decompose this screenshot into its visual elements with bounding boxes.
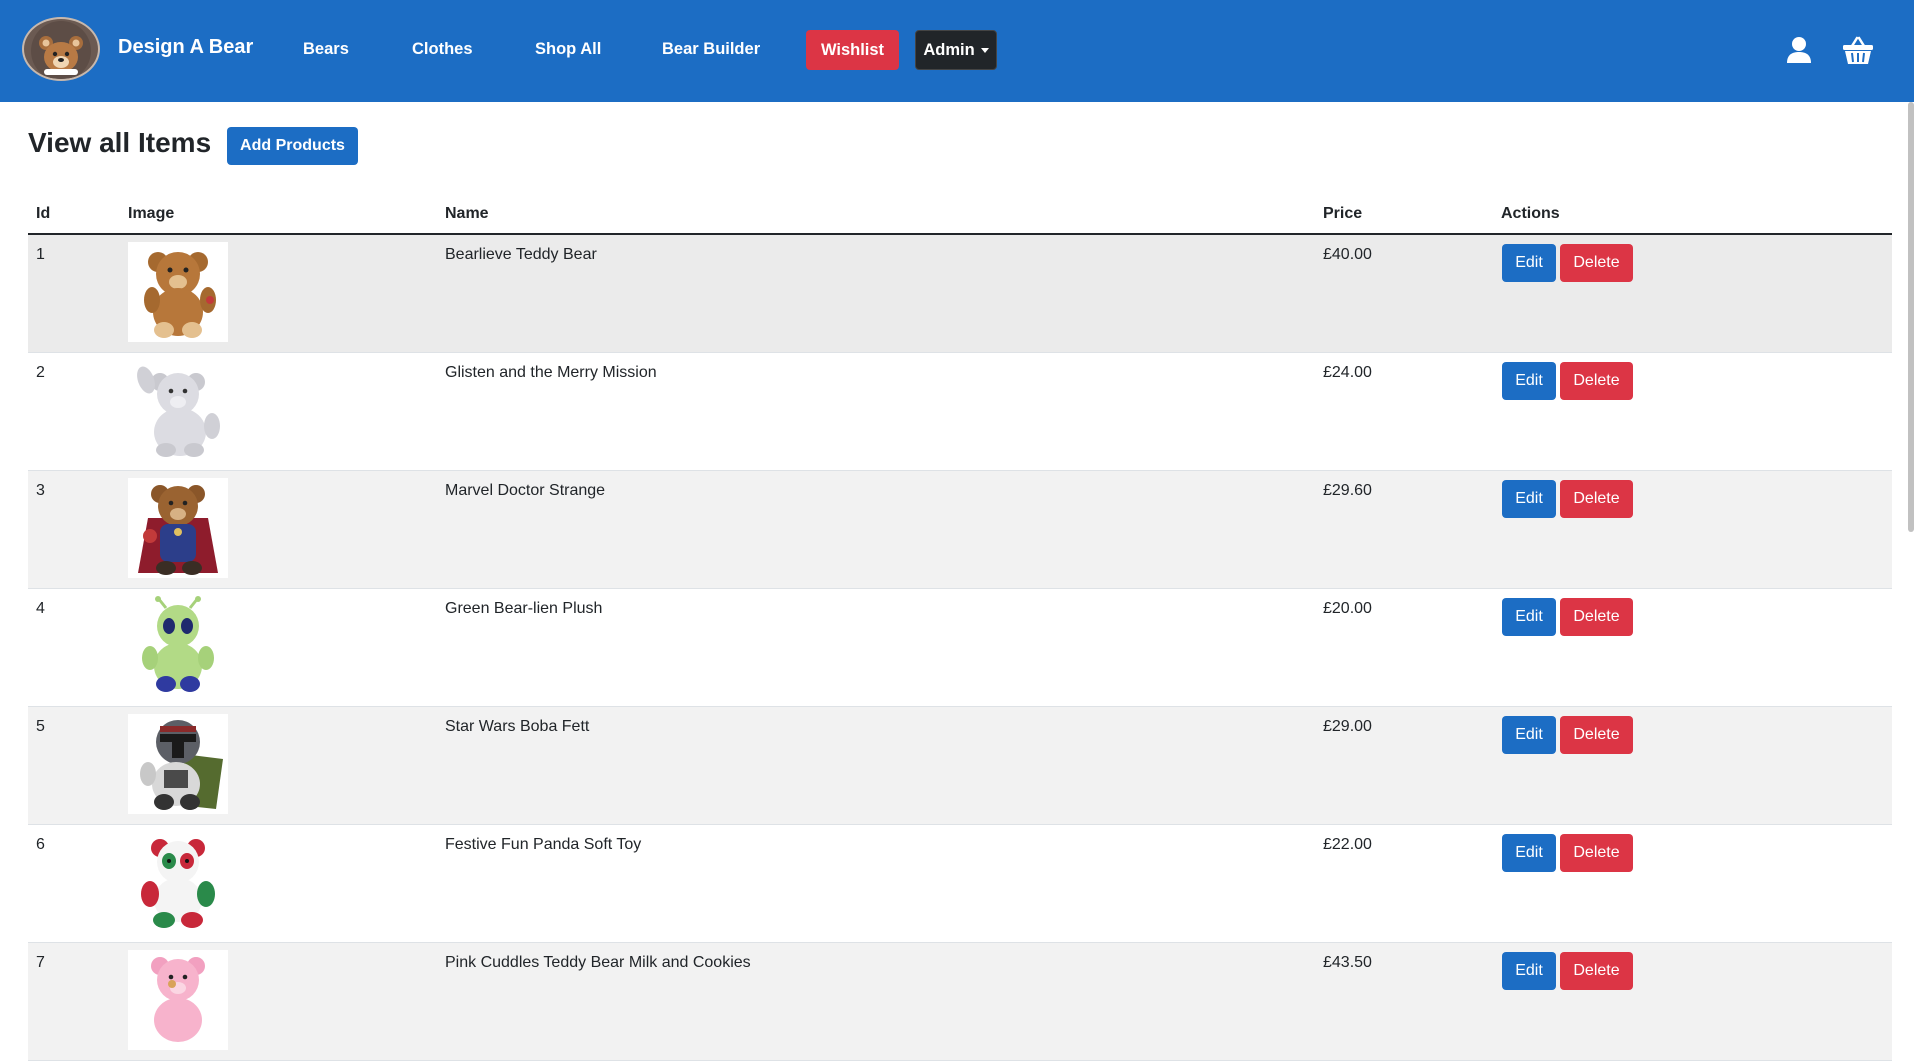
delete-button[interactable]: Delete (1560, 362, 1633, 400)
table-row: 3 Marvel Doctor Strange £29.60 Edit Dele… (28, 471, 1892, 589)
row-id: 7 (36, 954, 45, 971)
navbar: Design A Bear Bears Clothes Shop All Bea… (0, 0, 1914, 102)
delete-button[interactable]: Delete (1560, 834, 1633, 872)
brand-logo[interactable] (22, 17, 100, 81)
nav-link-bear-builder[interactable]: Bear Builder (662, 40, 760, 59)
product-name: Festive Fun Panda Soft Toy (445, 836, 642, 853)
admin-label: Admin (923, 40, 975, 59)
add-products-button[interactable]: Add Products (227, 127, 358, 165)
header-actions: Actions (1501, 205, 1560, 222)
row-id: 1 (36, 246, 45, 263)
basket-icon[interactable] (1842, 34, 1874, 66)
product-price: £29.00 (1323, 718, 1372, 735)
delete-button[interactable]: Delete (1560, 952, 1633, 990)
row-id: 6 (36, 836, 45, 853)
edit-button[interactable]: Edit (1502, 362, 1556, 400)
header-name: Name (445, 205, 489, 222)
product-image (128, 360, 228, 460)
nav-link-bears[interactable]: Bears (303, 40, 349, 59)
products-table: Id Image Name Price Actions 1 Bearlieve … (28, 198, 1892, 1061)
table-header: Id Image Name Price Actions (28, 198, 1892, 235)
user-icon[interactable] (1786, 36, 1812, 64)
product-image (128, 950, 228, 1050)
nav-link-clothes[interactable]: Clothes (412, 40, 473, 59)
delete-button[interactable]: Delete (1560, 598, 1633, 636)
product-image (128, 714, 228, 814)
header-price: Price (1323, 205, 1363, 222)
product-price: £43.50 (1323, 954, 1372, 971)
row-id: 5 (36, 718, 45, 735)
edit-button[interactable]: Edit (1502, 716, 1556, 754)
table-row: 1 Bearlieve Teddy Bear £40.00 Edit Delet… (28, 235, 1892, 353)
edit-button[interactable]: Edit (1502, 244, 1556, 282)
nav-link-shop-all[interactable]: Shop All (535, 40, 601, 59)
header-image: Image (128, 205, 175, 222)
edit-button[interactable]: Edit (1502, 598, 1556, 636)
product-price: £22.00 (1323, 836, 1372, 853)
row-id: 2 (36, 364, 45, 381)
header-id: Id (36, 205, 51, 222)
edit-button[interactable]: Edit (1502, 952, 1556, 990)
product-name: Star Wars Boba Fett (445, 718, 590, 735)
row-id: 4 (36, 600, 45, 617)
brand-name[interactable]: Design A Bear (118, 36, 253, 59)
product-price: £20.00 (1323, 600, 1372, 617)
wishlist-button[interactable]: Wishlist (806, 30, 899, 70)
edit-button[interactable]: Edit (1502, 480, 1556, 518)
product-name: Marvel Doctor Strange (445, 482, 606, 499)
delete-button[interactable]: Delete (1560, 716, 1633, 754)
table-row: 5 Star Wars Boba Fett £29.00 Edit Delete (28, 707, 1892, 825)
table-row: 6 Festive Fun Panda Soft Toy £22.00 Edit… (28, 825, 1892, 943)
product-price: £40.00 (1323, 246, 1372, 263)
product-price: £24.00 (1323, 364, 1372, 381)
product-image (128, 478, 228, 578)
product-name: Green Bear-lien Plush (445, 600, 603, 617)
page-title: View all Items (28, 127, 212, 158)
product-name: Glisten and the Merry Mission (445, 364, 657, 381)
product-name: Bearlieve Teddy Bear (445, 246, 597, 263)
product-price: £29.60 (1323, 482, 1372, 499)
table-row: 2 Glisten and the Merry Mission £24.00 E… (28, 353, 1892, 471)
page-scrollbar[interactable] (1908, 102, 1914, 532)
table-row: 4 Green Bear-lien Plush £20.00 Edit Dele… (28, 589, 1892, 707)
caret-down-icon (980, 47, 989, 53)
edit-button[interactable]: Edit (1502, 834, 1556, 872)
product-image (128, 832, 228, 932)
table-row: 7 Pink Cuddles Teddy Bear Milk and Cooki… (28, 943, 1892, 1061)
delete-button[interactable]: Delete (1560, 244, 1633, 282)
product-image (128, 596, 228, 696)
row-id: 3 (36, 482, 45, 499)
product-name: Pink Cuddles Teddy Bear Milk and Cookies (445, 954, 751, 971)
admin-dropdown-button[interactable]: Admin (915, 30, 997, 70)
product-image (128, 242, 228, 342)
delete-button[interactable]: Delete (1560, 480, 1633, 518)
